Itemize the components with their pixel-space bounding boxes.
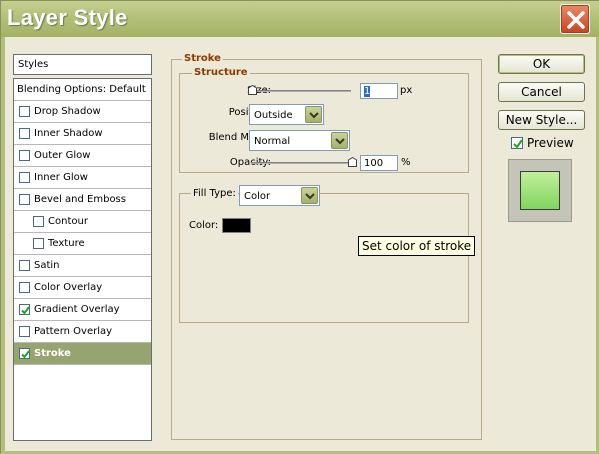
style-item-label: Bevel and Emboss xyxy=(34,194,126,205)
cancel-button[interactable]: Cancel xyxy=(498,82,585,102)
new-style-button[interactable]: New Style... xyxy=(498,110,585,130)
close-icon xyxy=(567,11,585,29)
preview-swatch xyxy=(520,171,560,210)
style-item-label: Outer Glow xyxy=(34,150,91,161)
tooltip: Set color of stroke xyxy=(358,236,475,256)
style-checkbox[interactable] xyxy=(19,304,30,315)
style-item-label: Color Overlay xyxy=(34,282,103,293)
blend-mode-select[interactable]: Normal xyxy=(249,130,350,151)
position-dropdown-button[interactable] xyxy=(305,106,322,123)
color-label: Color: xyxy=(189,220,219,231)
style-item-stroke[interactable]: Stroke xyxy=(14,343,151,365)
opacity-slider-track[interactable] xyxy=(251,162,355,164)
window-frame-left xyxy=(1,37,5,454)
style-item-label: Satin xyxy=(34,260,60,271)
style-checkbox[interactable] xyxy=(19,150,30,161)
style-checkbox[interactable] xyxy=(19,260,30,271)
fill-type-dropdown-button[interactable] xyxy=(301,187,318,204)
style-item-blending-options-default[interactable]: Blending Options: Default xyxy=(14,79,151,101)
structure-group-label: Structure xyxy=(192,67,250,78)
close-button[interactable] xyxy=(560,4,590,34)
style-item-label: Drop Shadow xyxy=(34,106,101,117)
new-style-button-label: New Style... xyxy=(505,113,578,127)
cancel-button-label: Cancel xyxy=(521,85,562,99)
opacity-slider-thumb[interactable] xyxy=(348,156,357,167)
fill-type-value: Color xyxy=(244,191,271,202)
style-checkbox[interactable] xyxy=(19,194,30,205)
tooltip-text: Set color of stroke xyxy=(362,239,472,253)
layer-style-dialog: Layer Style Styles Blending Options: Def… xyxy=(0,0,599,454)
preview-thumbnail xyxy=(508,159,572,222)
style-checkbox[interactable] xyxy=(19,282,30,293)
chevron-down-icon xyxy=(309,112,319,119)
style-item-gradient-overlay[interactable]: Gradient Overlay xyxy=(14,299,151,321)
position-select[interactable]: Outside xyxy=(249,104,324,125)
style-item-inner-shadow[interactable]: Inner Shadow xyxy=(14,123,151,145)
blend-mode-dropdown-button[interactable] xyxy=(331,132,348,149)
position-value: Outside xyxy=(254,110,293,121)
style-item-label: Gradient Overlay xyxy=(34,304,120,315)
style-item-pattern-overlay[interactable]: Pattern Overlay xyxy=(14,321,151,343)
style-item-label: Pattern Overlay xyxy=(34,326,113,337)
stroke-group-label: Stroke xyxy=(182,53,223,64)
style-checkbox[interactable] xyxy=(19,128,30,139)
chevron-down-icon xyxy=(335,138,345,145)
window-title: Layer Style xyxy=(7,5,128,30)
fill-type-select[interactable]: Color xyxy=(239,185,320,206)
stroke-color-swatch[interactable] xyxy=(222,218,251,233)
style-item-contour[interactable]: Contour xyxy=(14,211,151,233)
chevron-down-icon xyxy=(305,193,315,200)
size-slider-thumb[interactable] xyxy=(248,84,257,95)
opacity-unit: % xyxy=(401,157,411,168)
title-bar[interactable]: Layer Style xyxy=(1,1,599,37)
style-item-bevel-and-emboss[interactable]: Bevel and Emboss xyxy=(14,189,151,211)
checkmark-icon xyxy=(21,350,30,359)
style-item-label: Inner Glow xyxy=(34,172,88,183)
blend-mode-value: Normal xyxy=(254,136,291,147)
styles-header-label: Styles xyxy=(18,59,49,70)
style-item-label: Inner Shadow xyxy=(34,128,103,139)
style-checkbox[interactable] xyxy=(19,348,30,359)
size-value: 1 xyxy=(364,86,371,97)
styles-list: Blending Options: Default Drop Shadow Inne… xyxy=(13,78,152,441)
style-item-label: Stroke xyxy=(34,348,71,359)
styles-header[interactable]: Styles xyxy=(13,54,152,75)
size-slider-track[interactable] xyxy=(251,90,351,92)
style-checkbox[interactable] xyxy=(19,172,30,183)
style-item-label: Contour xyxy=(48,216,88,227)
style-item-inner-glow[interactable]: Inner Glow xyxy=(14,167,151,189)
style-item-drop-shadow[interactable]: Drop Shadow xyxy=(14,101,151,123)
style-checkbox[interactable] xyxy=(19,326,30,337)
style-item-satin[interactable]: Satin xyxy=(14,255,151,277)
size-input[interactable]: 1 xyxy=(360,83,398,99)
preview-label[interactable]: Preview xyxy=(527,136,574,150)
style-item-texture[interactable]: Texture xyxy=(14,233,151,255)
ok-button-label: OK xyxy=(532,57,551,71)
ok-button[interactable]: OK xyxy=(498,54,585,74)
preview-checkbox[interactable] xyxy=(511,137,523,149)
style-checkbox[interactable] xyxy=(33,216,44,227)
style-checkbox[interactable] xyxy=(33,238,44,249)
size-unit: px xyxy=(400,85,413,96)
checkmark-icon xyxy=(513,139,523,149)
style-item-label: Texture xyxy=(48,238,85,249)
style-item-label: Blending Options: Default xyxy=(17,84,146,95)
fill-type-group xyxy=(179,193,469,323)
fill-type-label: Fill Type: xyxy=(191,188,238,199)
opacity-input[interactable]: 100 xyxy=(360,155,398,171)
opacity-value: 100 xyxy=(364,158,384,169)
style-checkbox[interactable] xyxy=(19,106,30,117)
style-item-outer-glow[interactable]: Outer Glow xyxy=(14,145,151,167)
checkmark-icon xyxy=(21,306,30,315)
style-item-color-overlay[interactable]: Color Overlay xyxy=(14,277,151,299)
